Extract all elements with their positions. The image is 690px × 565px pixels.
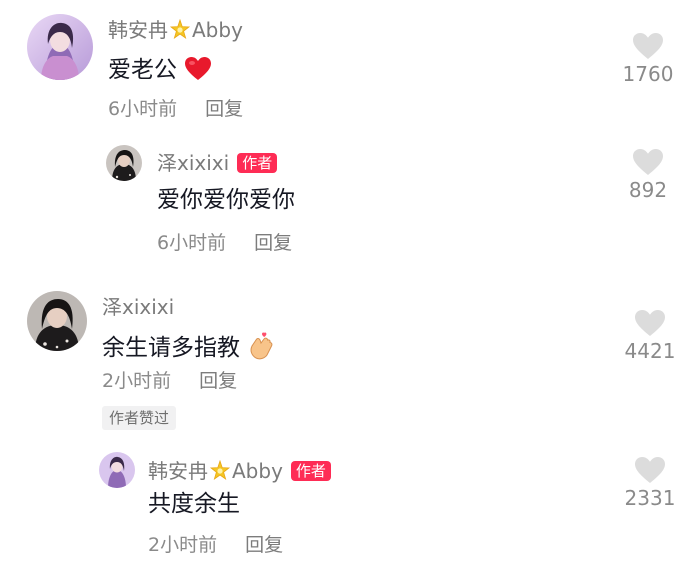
like-button[interactable]: 4421 xyxy=(615,309,685,361)
comment-text: 余生请多指教 xyxy=(102,330,275,360)
reply-text-body: 爱你爱你爱你 xyxy=(157,187,295,213)
comment-time: 2小时前 xyxy=(102,370,172,392)
username-text: 韩安冉 xyxy=(148,459,208,483)
comment-text: 爱老公 xyxy=(108,56,212,82)
username-text: 韩安冉 xyxy=(108,18,168,42)
heart-icon xyxy=(633,33,663,59)
comment-meta: 2小时前 回复 xyxy=(102,372,237,391)
like-count: 2331 xyxy=(624,486,676,510)
like-button[interactable]: 1760 xyxy=(613,32,683,84)
comment-text-body: 爱老公 xyxy=(108,57,177,83)
reply-text: 爱你爱你爱你 xyxy=(157,189,295,212)
crown-icon xyxy=(209,459,231,482)
comment-list: 韩安冉 Abby 爱老公 6小时前 回复 1760 泽xixixi 作者 爱你爱… xyxy=(0,0,690,565)
like-button[interactable]: 892 xyxy=(613,148,683,200)
like-count: 4421 xyxy=(624,339,676,363)
reply-button[interactable]: 回复 xyxy=(205,98,243,120)
reply-meta: 6小时前 回复 xyxy=(157,234,292,253)
reply-text: 共度余生 xyxy=(148,493,240,516)
like-button[interactable]: 2331 xyxy=(615,456,685,508)
heart-icon xyxy=(635,310,665,336)
like-count: 1760 xyxy=(622,62,674,86)
avatar[interactable] xyxy=(106,145,142,181)
author-badge: 作者 xyxy=(290,461,331,481)
reply-username[interactable]: 韩安冉 Abby 作者 xyxy=(148,459,331,483)
username-suffix: Abby xyxy=(192,18,243,42)
avatar[interactable] xyxy=(27,291,87,351)
username-text: 泽xixixi xyxy=(102,295,175,319)
finger-heart-icon xyxy=(247,332,275,361)
heart-icon xyxy=(633,149,663,175)
reply-button[interactable]: 回复 xyxy=(245,534,283,556)
comment-meta: 6小时前 回复 xyxy=(108,100,243,119)
red-heart-icon xyxy=(184,57,212,83)
crown-icon xyxy=(169,18,191,41)
comment-username[interactable]: 韩安冉 Abby xyxy=(108,18,243,42)
like-count: 892 xyxy=(628,178,668,202)
avatar[interactable] xyxy=(27,14,93,80)
reply-time: 6小时前 xyxy=(157,232,227,254)
reply-text-body: 共度余生 xyxy=(148,491,240,517)
comment-text-body: 余生请多指教 xyxy=(102,335,240,361)
heart-icon xyxy=(635,457,665,483)
reply-username[interactable]: 泽xixixi 作者 xyxy=(157,151,278,175)
username-text: 泽xixixi xyxy=(157,151,230,175)
author-badge: 作者 xyxy=(237,153,278,173)
author-liked-tag: 作者赞过 xyxy=(102,406,177,430)
username-suffix: Abby xyxy=(232,459,283,483)
reply-meta: 2小时前 回复 xyxy=(148,536,283,555)
comment-time: 6小时前 xyxy=(108,98,178,120)
reply-time: 2小时前 xyxy=(148,534,218,556)
reply-button[interactable]: 回复 xyxy=(199,370,237,392)
reply-button[interactable]: 回复 xyxy=(254,232,292,254)
comment-username[interactable]: 泽xixixi xyxy=(102,297,174,317)
avatar[interactable] xyxy=(99,452,135,488)
